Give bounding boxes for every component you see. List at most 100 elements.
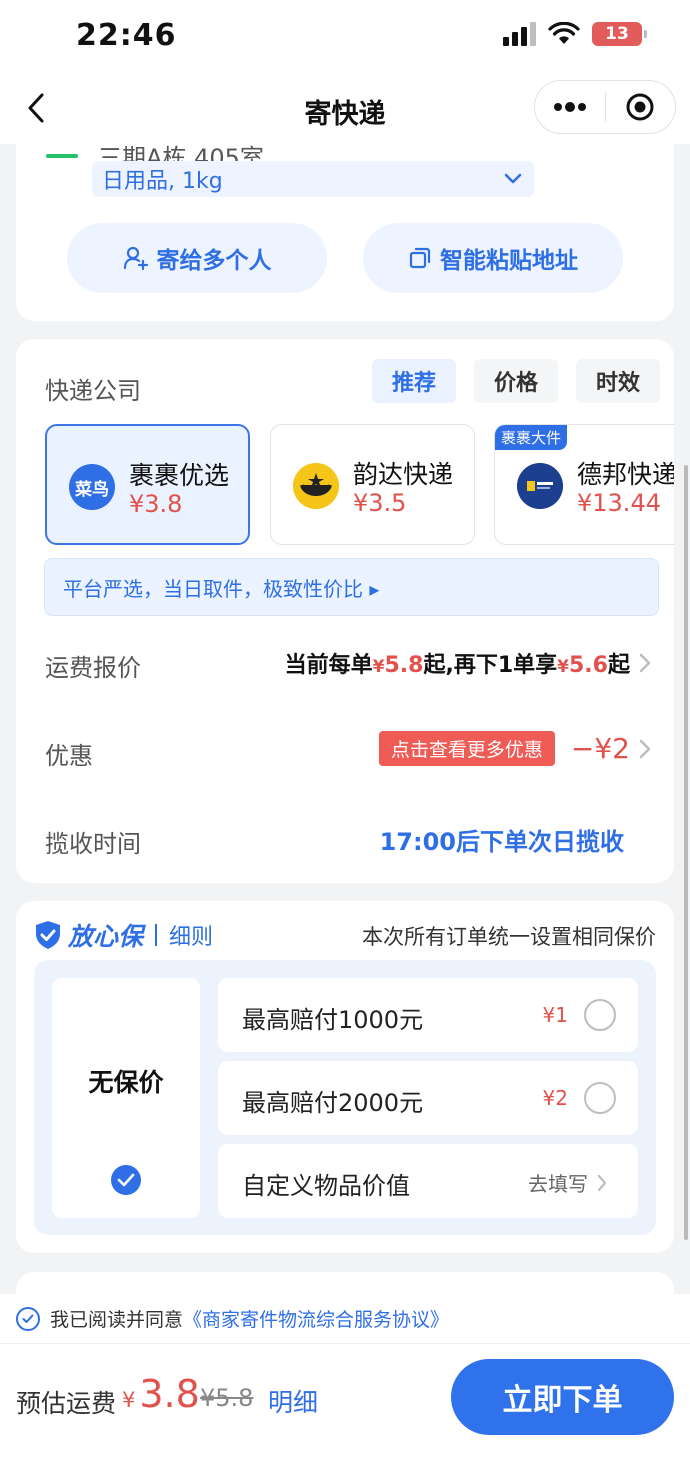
insurance-option-price: ¥1: [542, 1003, 568, 1027]
chevron-down-icon: [504, 173, 522, 184]
custom-value-action: 去填写: [528, 1168, 608, 1197]
fee-yen-1: ¥: [372, 657, 385, 677]
courier-option-yunda[interactable]: 韵达快递 ¥3.5: [270, 424, 475, 545]
insurance-divider: [155, 924, 158, 946]
courier-card: 快递公司 推荐 价格 时效 菜鸟 裹裹优选 ¥3.8 韵达快递 ¥3.5 裹裹大…: [16, 339, 674, 883]
pickup-time-label: 揽收时间: [45, 830, 141, 858]
yen-symbol: ¥: [122, 1388, 136, 1412]
insurance-option-2000[interactable]: 最高赔付2000元 ¥2: [218, 1061, 638, 1135]
no-insurance-option[interactable]: 无保价: [52, 978, 200, 1218]
courier-section-title: 快递公司: [45, 377, 141, 405]
fee-yen-2: ¥: [557, 657, 569, 677]
copy-icon: [409, 247, 431, 269]
agreement-prefix: 我已阅读并同意: [50, 1309, 184, 1331]
fee-price-1: 5.8: [384, 653, 424, 678]
large-item-badge: 裹裹大件: [495, 425, 568, 450]
shield-check-icon: [36, 921, 60, 949]
discount-value: −¥2: [570, 732, 630, 765]
tab-recommend[interactable]: 推荐: [371, 359, 456, 403]
courier-name: 裹裹优选: [129, 461, 230, 490]
fee-text-b: 起,再下1单享: [423, 653, 558, 678]
place-order-button[interactable]: 立即下单: [451, 1359, 674, 1435]
courier-list: 菜鸟 裹裹优选 ¥3.8 韵达快递 ¥3.5 裹裹大件 德邦快递 ¥13.44: [45, 424, 674, 546]
yunda-logo-icon: [293, 463, 339, 509]
fee-detail-link[interactable]: 明细: [268, 1383, 318, 1419]
fee-price-2: 5.6: [569, 653, 608, 678]
sort-tabs: 推荐 价格 时效: [371, 359, 660, 403]
deppon-logo-icon: [517, 463, 563, 509]
radio-button[interactable]: [584, 1082, 616, 1114]
send-to-multiple-label: 寄给多个人: [156, 248, 272, 274]
chevron-right-icon: [639, 653, 651, 673]
discount-label: 优惠: [45, 742, 93, 770]
original-fee: ¥5.8: [200, 1384, 254, 1412]
estimated-fee-label: 预估运费: [16, 1389, 117, 1418]
add-person-icon: [123, 246, 148, 271]
custom-value-label: 自定义物品价值: [242, 1172, 410, 1200]
close-miniapp-button[interactable]: [606, 81, 676, 133]
insurance-title: 放心保: [68, 922, 144, 951]
more-button[interactable]: [535, 81, 605, 133]
smart-paste-label: 智能粘贴地址: [440, 248, 578, 274]
insurance-options: 无保价 最高赔付1000元 ¥1 最高赔付2000元 ¥2 自定义物品价值 去填…: [34, 960, 656, 1235]
courier-price: ¥13.44: [577, 489, 661, 517]
courier-name: 德邦快递: [577, 460, 674, 489]
scrollbar[interactable]: [684, 465, 688, 1240]
courier-price: ¥3.5: [353, 489, 407, 517]
miniapp-capsule: [534, 80, 676, 134]
chevron-right-icon: [597, 1174, 607, 1191]
smart-paste-button[interactable]: 智能粘贴地址: [363, 223, 623, 293]
pickup-time-row[interactable]: 17:00后下单次日揽收: [380, 822, 624, 857]
estimated-fee-price: ¥ 3.8: [122, 1372, 200, 1416]
agreement-row: 我已阅读并同意《商家寄件物流综合服务协议》: [0, 1294, 690, 1344]
target-icon: [626, 93, 654, 121]
check-icon: [111, 1165, 141, 1195]
insurance-rules-link[interactable]: 细则: [169, 919, 213, 951]
courier-price: ¥3.8: [129, 490, 183, 518]
chevron-right-icon: [639, 739, 651, 758]
nav-bar: 寄快递: [0, 72, 690, 144]
fee-text-c: 起: [607, 653, 630, 678]
status-time: 22:46: [76, 18, 177, 53]
more-dots-icon: [553, 102, 586, 112]
insurance-note: 本次所有订单统一设置相同保价: [362, 925, 656, 949]
promo-banner[interactable]: 平台严选，当日取件，极致性价比 ▸: [44, 558, 659, 616]
goods-value: 日用品, 1kg: [102, 169, 223, 194]
wifi-icon: [548, 22, 580, 44]
fill-in-label: 去填写: [528, 1172, 588, 1196]
insurance-option-label: 最高赔付1000元: [242, 1006, 424, 1034]
insurance-option-1000[interactable]: 最高赔付1000元 ¥1: [218, 978, 638, 1052]
agreement-link[interactable]: 《商家寄件物流综合服务协议》: [183, 1309, 449, 1331]
address-marker: [46, 153, 78, 158]
pickup-time-value: 17:00后下单次日揽收: [379, 828, 624, 856]
send-to-multiple-button[interactable]: 寄给多个人: [67, 223, 327, 293]
courier-name: 韵达快递: [353, 460, 454, 489]
cainiao-logo-icon: 菜鸟: [69, 464, 115, 510]
sender-card: 三期A栋 405室 日用品, 1kg 寄给多个人 智能粘贴地址: [16, 144, 674, 321]
insurance-header: 放心保 细则: [34, 917, 213, 953]
radio-button[interactable]: [584, 999, 616, 1031]
fee-label: 运费报价: [45, 654, 141, 682]
custom-value-option[interactable]: 自定义物品价值 去填写: [218, 1144, 638, 1218]
bottom-action-bar: 预估运费 ¥ 3.8 ¥5.8 明细 立即下单: [0, 1344, 690, 1484]
courier-option-deppon[interactable]: 裹裹大件 德邦快递 ¥13.44: [494, 424, 674, 545]
fee-quote-text: 当前每单¥5.8起,再下1单享¥5.6起: [285, 647, 630, 679]
tab-speed[interactable]: 时效: [575, 359, 660, 403]
status-bar: 22:46 13: [0, 0, 690, 72]
promo-text: 平台严选，当日取件，极致性价比 ▸: [63, 576, 380, 601]
no-insurance-label: 无保价: [88, 1068, 164, 1097]
battery-icon: 13: [592, 22, 647, 46]
agreement-text: 我已阅读并同意《商家寄件物流综合服务协议》: [50, 1305, 449, 1332]
fee-quote-row[interactable]: 当前每单¥5.8起,再下1单享¥5.6起: [285, 647, 652, 679]
goods-select[interactable]: 日用品, 1kg: [92, 161, 534, 197]
estimated-fee-value: 3.8: [139, 1372, 200, 1416]
insurance-option-label: 最高赔付2000元: [242, 1089, 424, 1117]
tab-price[interactable]: 价格: [473, 359, 558, 403]
discount-row[interactable]: 点击查看更多优惠 −¥2: [378, 731, 652, 766]
insurance-card: 放心保 细则 本次所有订单统一设置相同保价 无保价 最高赔付1000元 ¥1 最…: [16, 901, 674, 1253]
cellular-signal-icon: [503, 22, 536, 46]
agreement-checkbox[interactable]: [16, 1306, 40, 1331]
more-discounts-badge: 点击查看更多优惠: [378, 731, 555, 766]
check-icon: [22, 1314, 34, 1323]
courier-option-guoguo[interactable]: 菜鸟 裹裹优选 ¥3.8: [45, 424, 250, 545]
